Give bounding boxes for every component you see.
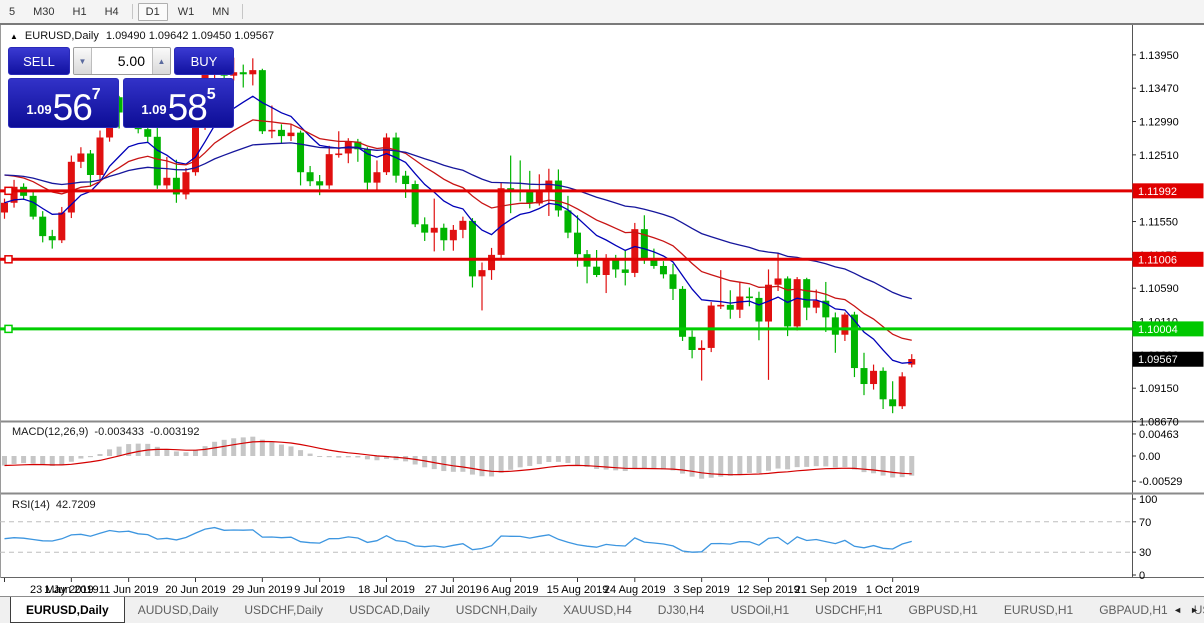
line-handle: [4, 186, 13, 196]
buy-price-pipette: 5: [206, 86, 216, 103]
sell-price-prefix: 1.09: [26, 102, 52, 117]
tab-gbpaud-h1[interactable]: GBPAUD,H1: [1086, 597, 1180, 623]
price-axis-badge-label: 1.11992: [1138, 186, 1177, 198]
tab-usdoil-h1[interactable]: USDOil,H1: [717, 597, 802, 623]
line-handle: [4, 324, 13, 334]
chart-window: 1.139501.134701.129901.125101.120301.115…: [0, 23, 1204, 598]
rsi-tick-label: 0: [1139, 570, 1145, 582]
tab-scroll-right-icon[interactable]: ►: [1190, 605, 1199, 615]
timeframe-button-mn[interactable]: MN: [204, 3, 237, 21]
volume-input[interactable]: 5.00: [92, 48, 152, 74]
one-click-trading-panel: SELL ▼ 5.00 ▲ BUY 1.09 56 7 1.09 58 5: [8, 47, 234, 128]
date-tick-label: 24 Aug 2019: [604, 584, 666, 596]
macd-main-value: -0.003433: [94, 426, 144, 438]
chart-ohlc-values: 1.09490 1.09642 1.09450 1.09567: [105, 30, 275, 42]
price-tick-label: 1.10590: [1139, 283, 1179, 295]
rsi-name: RSI(14): [12, 499, 50, 511]
date-tick-label: 15 Aug 2019: [547, 584, 609, 596]
date-tick-label: 20 Jun 2019: [165, 584, 226, 596]
date-tick-label: 27 Jul 2019: [425, 584, 482, 596]
price-tick-label: 1.13470: [1139, 83, 1179, 95]
macd-tick-label: 0.00463: [1139, 429, 1179, 441]
toolbar-divider: [242, 4, 244, 19]
sell-price-main: 56: [52, 86, 93, 128]
price-tick-label: 1.09150: [1139, 383, 1179, 395]
toolbar-divider: [131, 4, 133, 19]
date-tick-label: 9 Jul 2019: [294, 584, 345, 596]
tab-usdcnh-daily[interactable]: USDCNH,Daily: [443, 597, 550, 623]
buy-button[interactable]: BUY: [174, 47, 234, 75]
tab-usdchf-daily[interactable]: USDCHF,Daily: [231, 597, 336, 623]
date-tick-label: 21 Sep 2019: [795, 584, 857, 596]
timeframe-button-m30[interactable]: M30: [25, 3, 62, 21]
timeframe-button-h1[interactable]: H1: [65, 3, 95, 21]
rsi-tick-label: 100: [1139, 494, 1157, 506]
tab-scroll-left-icon[interactable]: ◄: [1173, 605, 1182, 615]
volume-increase-button[interactable]: ▲: [152, 48, 170, 74]
chart-symbol-label: EURUSD,Daily: [24, 30, 99, 42]
tab-gbpusd-h1[interactable]: GBPUSD,H1: [896, 597, 991, 623]
line-handle: [4, 255, 13, 264]
date-tick-label: 18 Jul 2019: [358, 584, 415, 596]
collapse-panel-icon[interactable]: ▲: [10, 32, 18, 41]
rsi-tick-label: 70: [1139, 517, 1151, 529]
chart-ohlc-title: ▲ EURUSD,Daily 1.09490 1.09642 1.09450 1…: [10, 30, 274, 42]
price-axis-badge-label: 1.11006: [1138, 254, 1177, 266]
price-tick-label: 1.13950: [1139, 50, 1179, 62]
date-tick-label: 3 Sep 2019: [674, 584, 730, 596]
tab-dj30-h4[interactable]: DJ30,H4: [645, 597, 718, 623]
sell-button[interactable]: SELL: [8, 47, 70, 75]
price-tick-label: 1.08670: [1139, 417, 1179, 429]
tab-eurusd-daily[interactable]: EURUSD,Daily: [10, 597, 125, 623]
tab-scroll-controls: ◄ ►: [1173, 597, 1199, 623]
macd-signal-value: -0.003192: [149, 426, 200, 438]
rsi-value: 42.7209: [55, 499, 96, 511]
macd-name: MACD(12,26,9): [12, 426, 89, 438]
price-axis-badge-label: 1.10004: [1138, 324, 1178, 336]
sell-price-pipette: 7: [91, 86, 101, 103]
price-tick-label: 1.12510: [1139, 150, 1179, 162]
rsi-tick-label: 30: [1139, 547, 1151, 559]
timeframe-button-d1[interactable]: D1: [137, 2, 168, 21]
date-tick-label: 11 Jun 2019: [99, 584, 159, 596]
date-tick-label: 12 Sep 2019: [737, 584, 799, 596]
date-tick-label: 29 Jun 2019: [232, 584, 293, 596]
price-tick-label: 1.12990: [1139, 117, 1179, 129]
macd-indicator-label: MACD(12,26,9) -0.003433 -0.003192: [12, 426, 200, 438]
price-tick-label: 1.11550: [1139, 217, 1178, 229]
tab-usdchf-h1[interactable]: USDCHF,H1: [802, 597, 895, 623]
price-axis-badge-label: 1.09567: [1138, 354, 1178, 366]
date-tick-label: 6 Aug 2019: [483, 584, 539, 596]
macd-tick-label: 0.00: [1139, 451, 1160, 463]
timeframe-toolbar: 5 M30 H1 H4 D1 W1 MN: [0, 0, 1204, 23]
volume-decrease-button[interactable]: ▼: [74, 48, 92, 74]
chart-tabbar: EURUSD,Daily AUDUSD,Daily USDCHF,Daily USDC…: [0, 596, 1204, 623]
buy-price-main: 58: [167, 86, 208, 128]
macd-tick-label: -0.00529: [1139, 476, 1182, 488]
tab-audusd-daily[interactable]: AUDUSD,Daily: [125, 597, 232, 623]
tab-usdcad-daily[interactable]: USDCAD,Daily: [336, 597, 443, 623]
buy-price-box[interactable]: 1.09 58 5: [123, 78, 234, 128]
sell-price-box[interactable]: 1.09 56 7: [8, 78, 119, 128]
timeframe-button-w1[interactable]: W1: [170, 3, 203, 21]
volume-stepper: ▼ 5.00 ▲: [73, 47, 171, 75]
timeframe-button-h4[interactable]: H4: [97, 3, 127, 21]
date-tick-label: 1 Jun 2019: [44, 584, 98, 596]
tab-xauusd-h4[interactable]: XAUUSD,H4: [550, 597, 645, 623]
buy-price-prefix: 1.09: [141, 102, 167, 117]
rsi-indicator-label: RSI(14) 42.7209: [12, 499, 96, 511]
date-tick-label: 1 Oct 2019: [866, 584, 920, 596]
timeframe-button-5[interactable]: 5: [1, 3, 23, 21]
tab-eurusd-h1[interactable]: EURUSD,H1: [991, 597, 1086, 623]
